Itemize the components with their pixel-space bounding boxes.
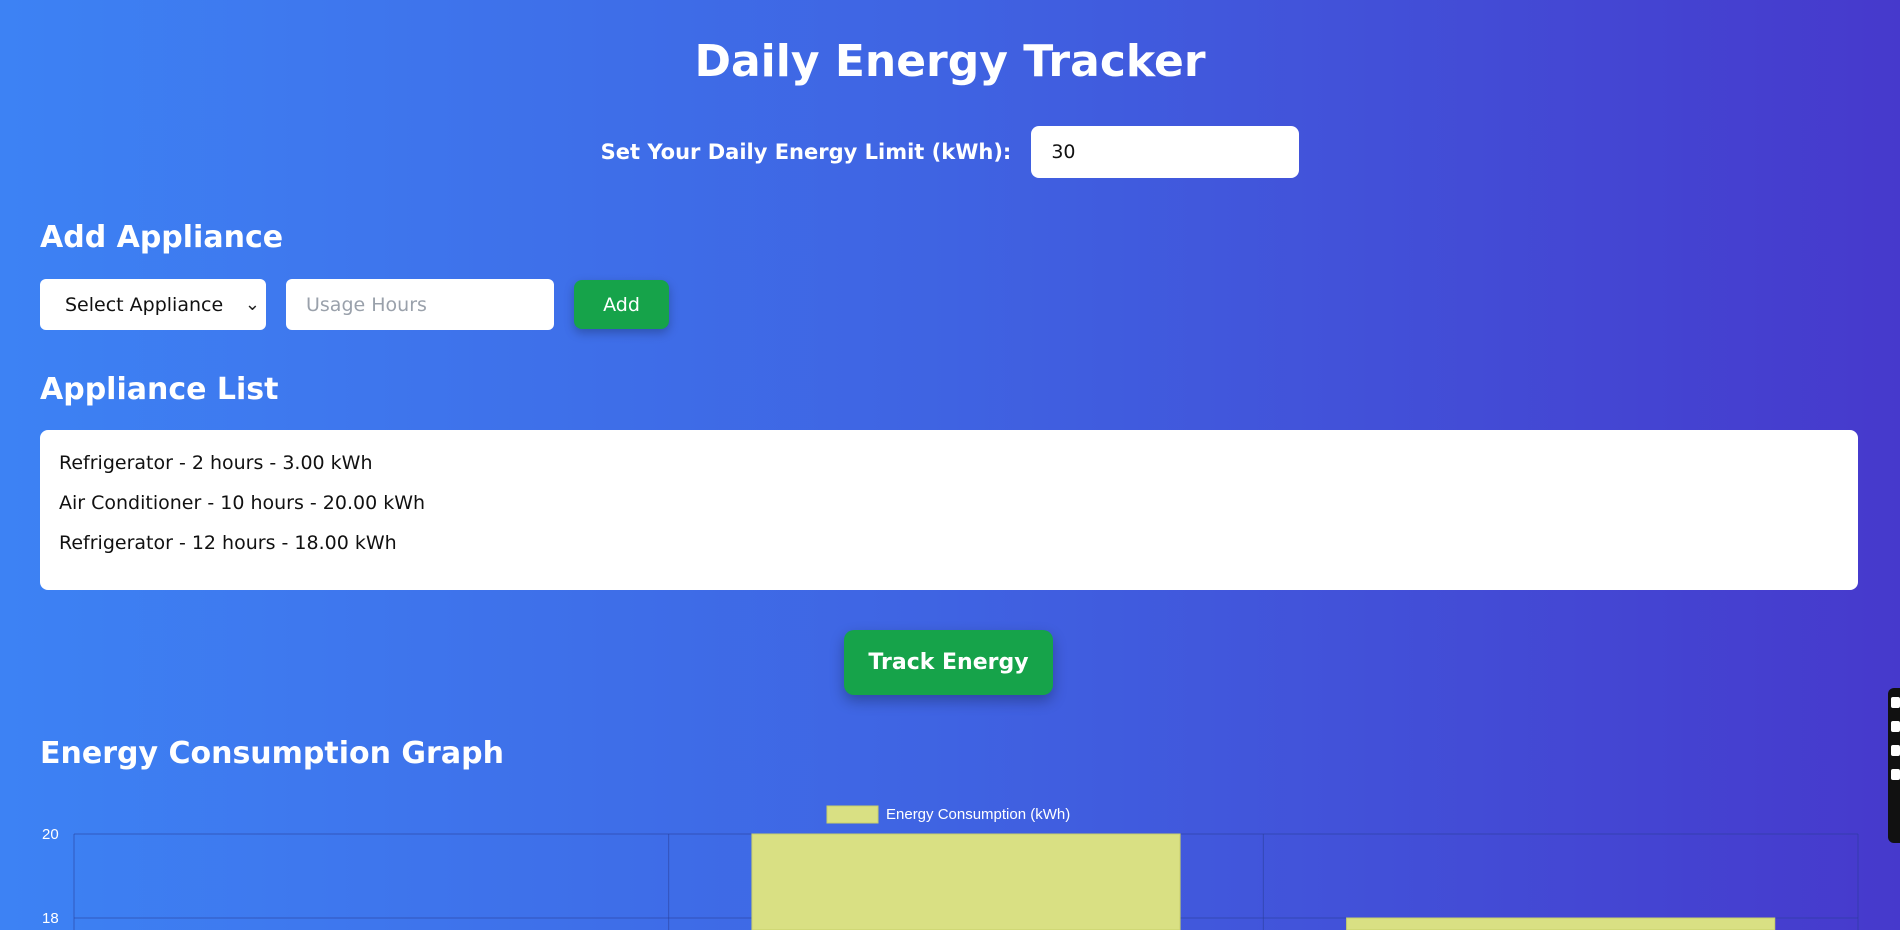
track-energy-button[interactable]: Track Energy	[844, 630, 1053, 695]
usage-hours-input[interactable]	[286, 279, 554, 330]
appliance-select[interactable]: Select Appliance ⌄	[40, 279, 266, 330]
toolbar-icon[interactable]	[1891, 697, 1900, 708]
legend-label: Energy Consumption (kWh)	[886, 806, 1070, 823]
legend-swatch	[826, 805, 879, 824]
list-item: Refrigerator - 2 hours - 3.00 kWh	[59, 452, 373, 474]
appliance-select-value: Select Appliance	[65, 293, 224, 316]
side-toolbar[interactable]	[1888, 688, 1900, 843]
energy-limit-row: Set Your Daily Energy Limit (kWh):	[0, 126, 1900, 178]
add-appliance-row: Select Appliance ⌄ Add	[40, 279, 669, 330]
energy-limit-input[interactable]	[1031, 126, 1300, 178]
chevron-down-icon: ⌄	[244, 294, 260, 315]
add-button[interactable]: Add	[574, 280, 669, 329]
toolbar-icon[interactable]	[1891, 769, 1900, 780]
y-tick-label: 20	[42, 826, 59, 843]
chart-bar	[1346, 917, 1776, 930]
list-item: Air Conditioner - 10 hours - 20.00 kWh	[59, 492, 426, 514]
toolbar-icon[interactable]	[1891, 721, 1900, 732]
list-item: Refrigerator - 12 hours - 18.00 kWh	[59, 532, 397, 554]
graph-heading: Energy Consumption Graph	[40, 736, 504, 771]
appliance-list-heading: Appliance List	[40, 372, 279, 407]
toolbar-icon[interactable]	[1891, 745, 1900, 756]
chart-bar	[751, 833, 1181, 930]
appliance-list: Refrigerator - 2 hours - 3.00 kWh Air Co…	[40, 430, 1858, 590]
add-appliance-heading: Add Appliance	[40, 220, 284, 255]
page-title: Daily Energy Tracker	[694, 36, 1206, 87]
energy-chart: Energy Consumption (kWh) 20 18	[42, 805, 1859, 930]
y-tick-label: 18	[42, 910, 59, 927]
energy-limit-label: Set Your Daily Energy Limit (kWh):	[600, 140, 1012, 164]
